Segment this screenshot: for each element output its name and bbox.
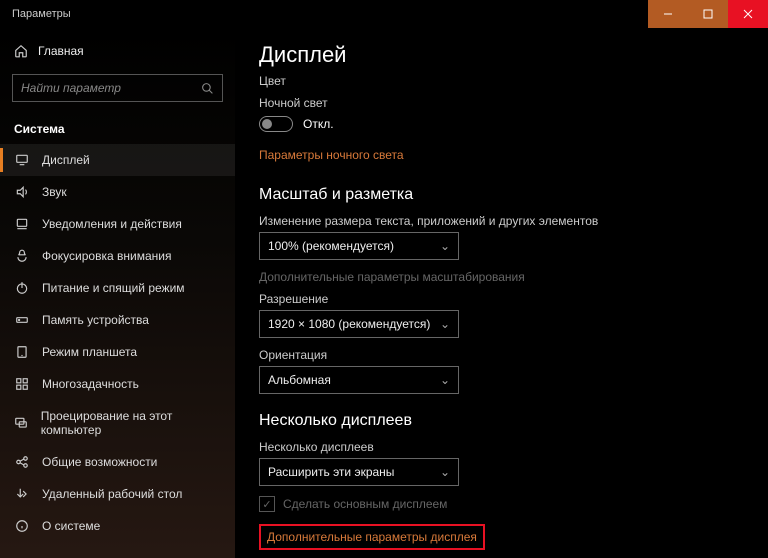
orientation-select[interactable]: Альбомная ⌄	[259, 366, 459, 394]
multi-heading: Несколько дисплеев	[259, 412, 744, 430]
make-primary-label: Сделать основным дисплеем	[283, 497, 447, 511]
scale-value: 100% (рекомендуется)	[268, 239, 394, 253]
sidebar-item-display[interactable]: Дисплей	[0, 144, 235, 176]
power-icon	[14, 281, 30, 295]
sidebar-item-storage[interactable]: Память устройства	[0, 304, 235, 336]
sidebar-item-label: Питание и спящий режим	[42, 281, 185, 295]
sidebar-item-label: Дисплей	[42, 153, 90, 167]
category-label: Система	[0, 110, 235, 144]
scale-select[interactable]: 100% (рекомендуется) ⌄	[259, 232, 459, 260]
sidebar-item-label: Удаленный рабочий стол	[42, 487, 182, 501]
night-light-toggle[interactable]	[259, 116, 293, 132]
sidebar-item-label: О системе	[42, 519, 100, 533]
sidebar-item-label: Многозадачность	[42, 377, 139, 391]
maximize-button[interactable]	[688, 0, 728, 28]
multitasking-icon	[14, 377, 30, 391]
resolution-label: Разрешение	[259, 292, 744, 306]
scale-label: Изменение размера текста, приложений и д…	[259, 214, 744, 228]
chevron-down-icon: ⌄	[440, 373, 450, 387]
sidebar-item-label: Общие возможности	[42, 455, 157, 469]
tablet-icon	[14, 345, 30, 359]
chevron-down-icon: ⌄	[440, 239, 450, 253]
advanced-display-link[interactable]: Дополнительные параметры дисплея	[267, 530, 477, 544]
sound-icon	[14, 185, 30, 199]
scale-heading: Масштаб и разметка	[259, 186, 744, 204]
window-buttons	[648, 0, 768, 28]
about-icon	[14, 519, 30, 533]
nav-list: Дисплей Звук Уведомления и действия Фоку…	[0, 144, 235, 558]
chevron-down-icon: ⌄	[440, 465, 450, 479]
home-label: Главная	[38, 44, 84, 58]
highlighted-box: Дополнительные параметры дисплея	[259, 524, 485, 550]
remote-icon	[14, 487, 30, 501]
multi-label: Несколько дисплеев	[259, 440, 744, 454]
search-box[interactable]	[12, 74, 223, 102]
night-light-settings-link[interactable]: Параметры ночного света	[259, 148, 404, 162]
storage-icon	[14, 313, 30, 327]
body: Главная Система Дисплей Звук Уведомления…	[0, 28, 768, 558]
resolution-value: 1920 × 1080 (рекомендуется)	[268, 317, 430, 331]
focus-icon	[14, 249, 30, 263]
resolution-select[interactable]: 1920 × 1080 (рекомендуется) ⌄	[259, 310, 459, 338]
multi-select[interactable]: Расширить эти экраны ⌄	[259, 458, 459, 486]
titlebar: Параметры	[0, 0, 768, 28]
night-light-label: Ночной свет	[259, 96, 744, 110]
sidebar-item-label: Звук	[42, 185, 67, 199]
content: Дисплей Цвет Ночной свет Откл. Параметры…	[235, 28, 768, 558]
sidebar-item-notifications[interactable]: Уведомления и действия	[0, 208, 235, 240]
advanced-scale-link[interactable]: Дополнительные параметры масштабирования	[259, 270, 744, 284]
sidebar-item-label: Уведомления и действия	[42, 217, 182, 231]
projecting-icon	[14, 416, 29, 430]
night-light-toggle-row: Откл.	[259, 116, 744, 132]
display-icon	[14, 153, 30, 167]
sidebar-item-multitasking[interactable]: Многозадачность	[0, 368, 235, 400]
sidebar-item-power[interactable]: Питание и спящий режим	[0, 272, 235, 304]
sidebar-item-label: Режим планшета	[42, 345, 137, 359]
home-icon	[14, 44, 28, 58]
chevron-down-icon: ⌄	[440, 317, 450, 331]
color-heading: Цвет	[259, 74, 744, 88]
search-icon	[201, 82, 214, 95]
window-title: Параметры	[0, 8, 71, 20]
close-button[interactable]	[728, 0, 768, 28]
sidebar-item-shared[interactable]: Общие возможности	[0, 446, 235, 478]
sidebar-item-projecting[interactable]: Проецирование на этот компьютер	[0, 400, 235, 446]
sidebar-item-about[interactable]: О системе	[0, 510, 235, 542]
home-link[interactable]: Главная	[0, 36, 235, 66]
shared-icon	[14, 455, 30, 469]
orientation-label: Ориентация	[259, 348, 744, 362]
make-primary-checkbox[interactable]: ✓	[259, 496, 275, 512]
sidebar-item-label: Память устройства	[42, 313, 149, 327]
sidebar-item-label: Проецирование на этот компьютер	[41, 409, 221, 437]
orientation-value: Альбомная	[268, 373, 331, 387]
minimize-button[interactable]	[648, 0, 688, 28]
multi-value: Расширить эти экраны	[268, 465, 394, 479]
sidebar-item-sound[interactable]: Звук	[0, 176, 235, 208]
notifications-icon	[14, 217, 30, 231]
sidebar-item-tablet[interactable]: Режим планшета	[0, 336, 235, 368]
sidebar-item-label: Фокусировка внимания	[42, 249, 171, 263]
page-title: Дисплей	[259, 42, 744, 68]
settings-window: Параметры Главная Система Дисплей Звук У…	[0, 0, 768, 558]
sidebar: Главная Система Дисплей Звук Уведомления…	[0, 28, 235, 558]
sidebar-item-remote[interactable]: Удаленный рабочий стол	[0, 478, 235, 510]
night-light-state: Откл.	[303, 117, 334, 131]
search-input[interactable]	[21, 81, 201, 95]
sidebar-item-focus[interactable]: Фокусировка внимания	[0, 240, 235, 272]
make-primary-row: ✓ Сделать основным дисплеем	[259, 496, 744, 512]
